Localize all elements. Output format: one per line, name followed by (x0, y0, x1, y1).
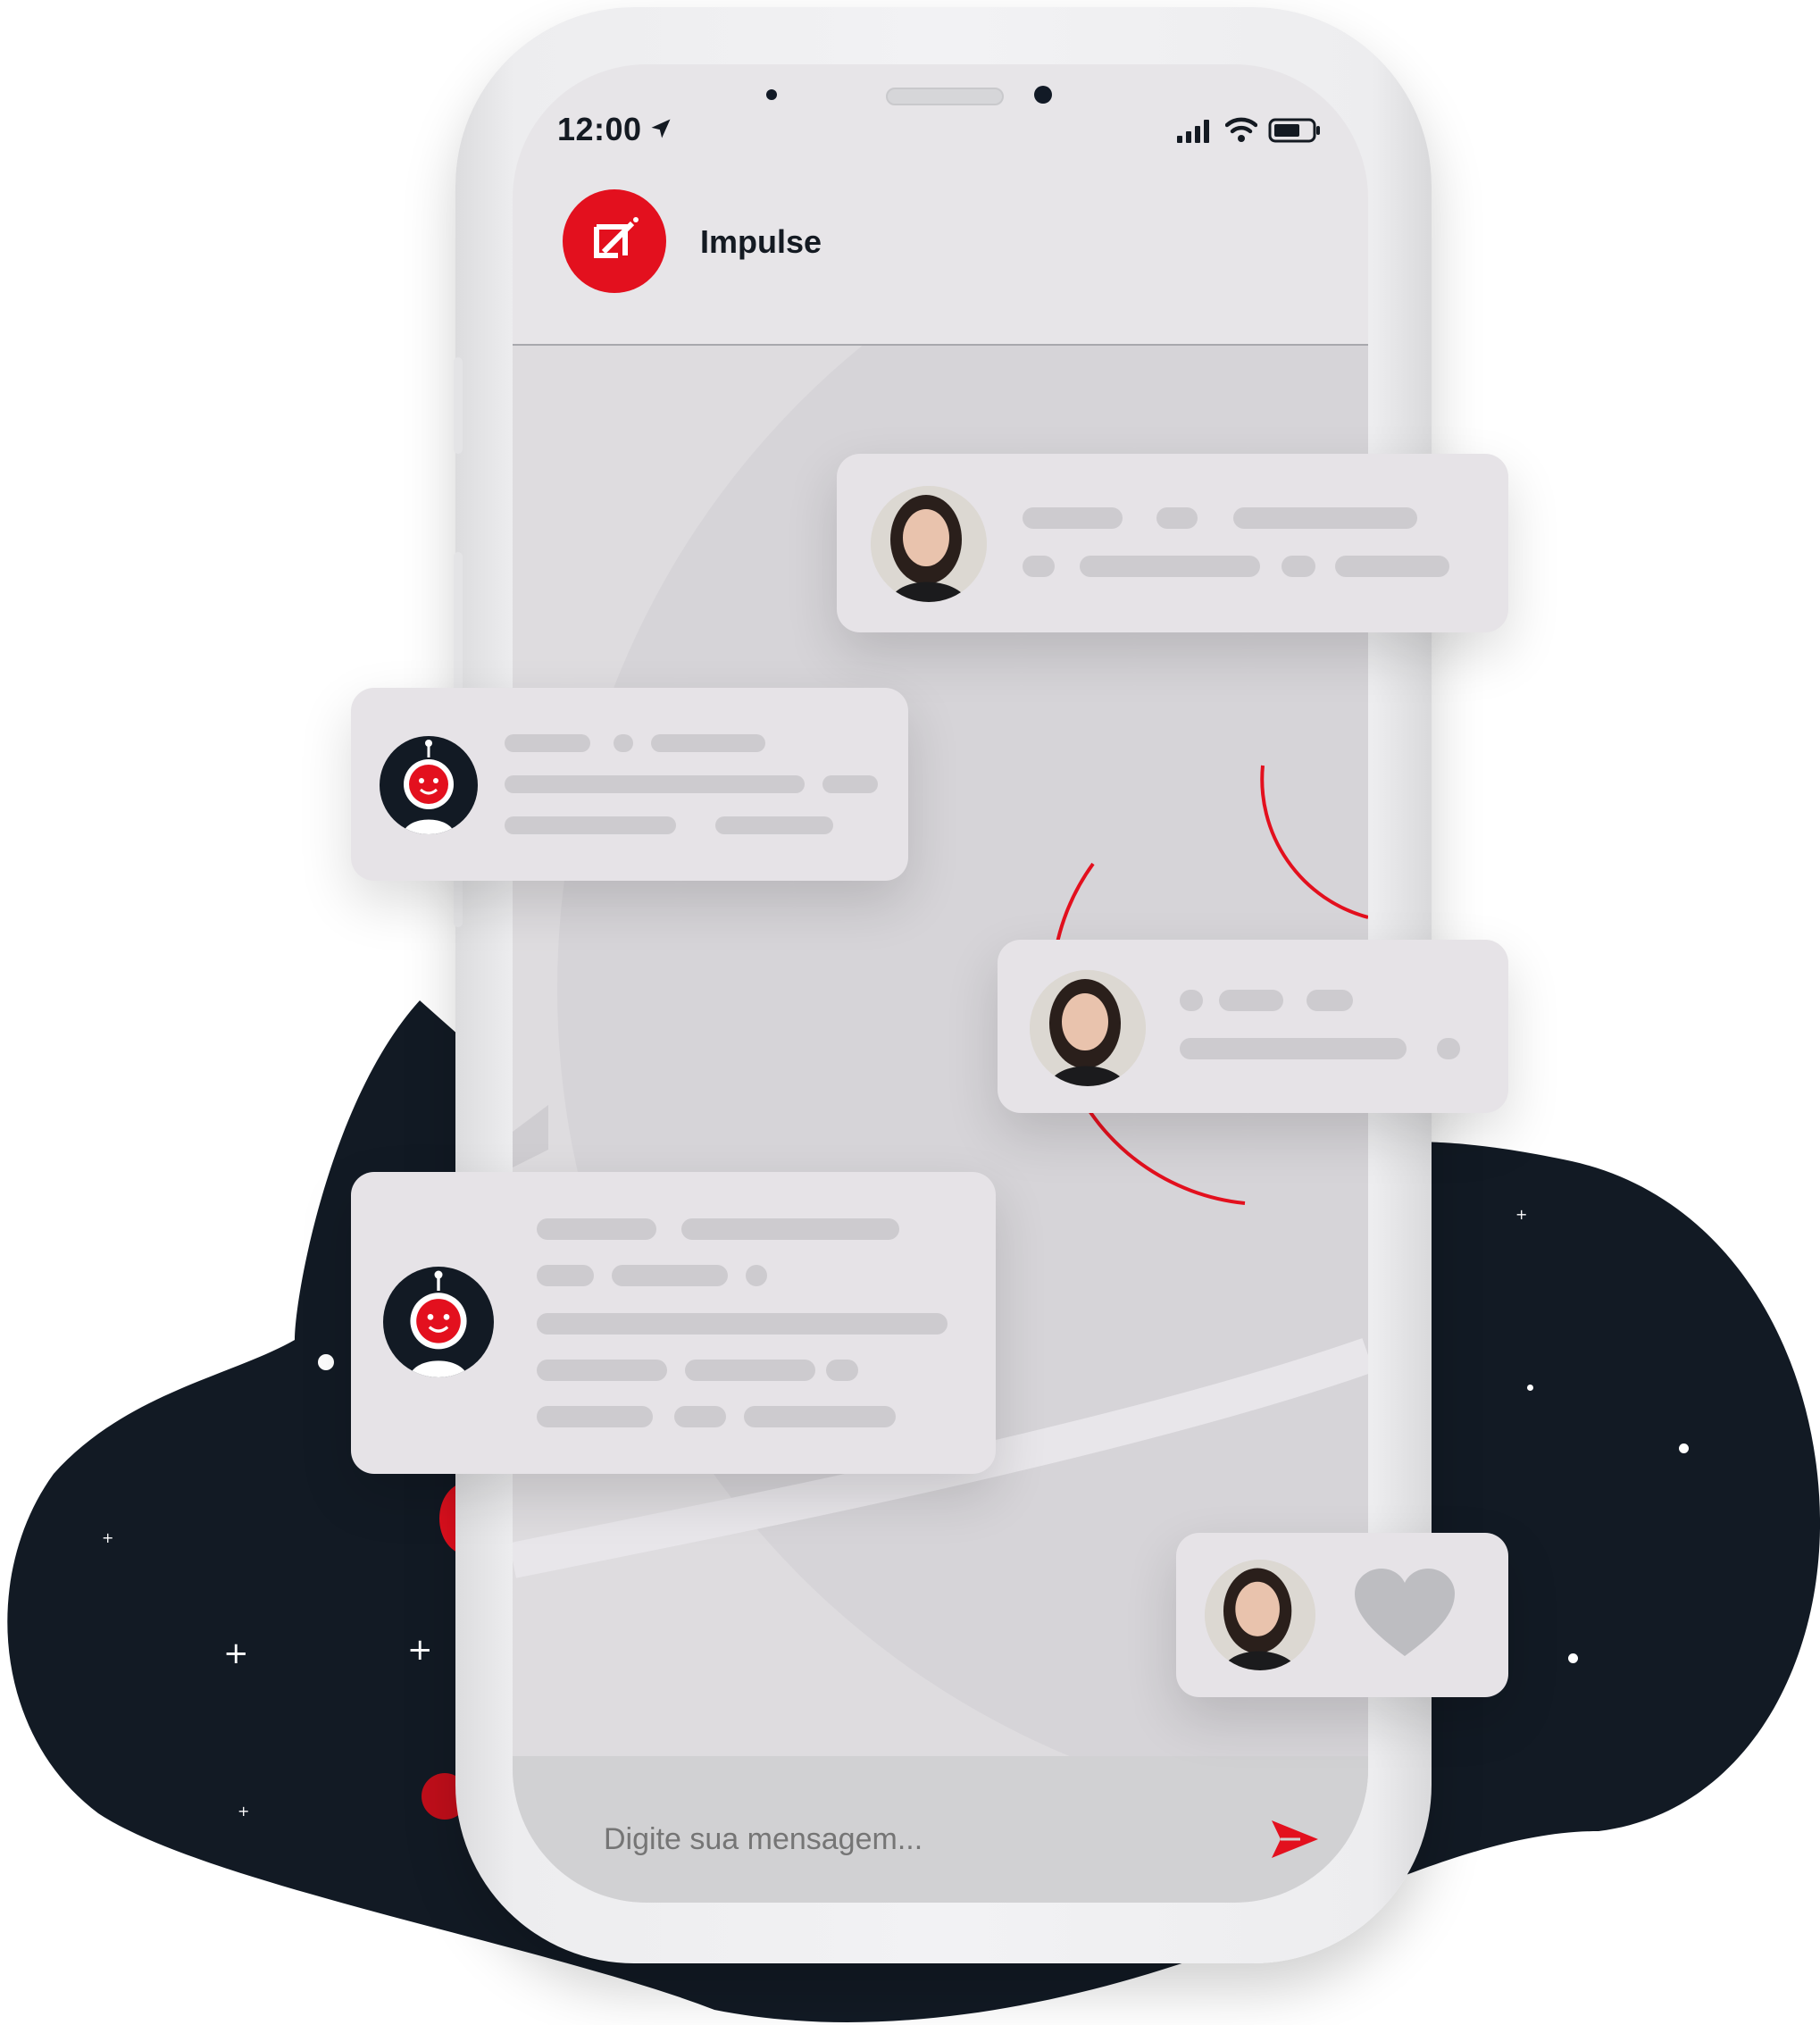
placeholder-line (1307, 990, 1353, 1011)
placeholder-line (681, 1218, 899, 1240)
placeholder-line (1282, 556, 1315, 577)
placeholder-line (537, 1218, 656, 1240)
placeholder-line (1156, 507, 1198, 529)
placeholder-line (1219, 990, 1283, 1011)
placeholder-line (1437, 1038, 1460, 1059)
placeholder-line (826, 1360, 858, 1381)
message-bubble-bot[interactable] (351, 688, 908, 881)
robot-avatar-icon (409, 1270, 468, 1377)
placeholder-line (505, 775, 805, 793)
user-avatar (1030, 970, 1146, 1086)
placeholder-line (505, 816, 676, 834)
placeholder-line (822, 775, 878, 793)
chat-title: Impulse (700, 223, 822, 260)
user-avatar (1205, 1560, 1315, 1670)
star-dot (1527, 1385, 1533, 1391)
message-bubble-user[interactable] (998, 940, 1508, 1113)
star-dot (1568, 1653, 1578, 1663)
placeholder-line (1335, 556, 1449, 577)
star-dot (1679, 1443, 1689, 1453)
side-button (454, 357, 463, 454)
placeholder-line (1233, 507, 1417, 529)
star-plus: + (1515, 1206, 1528, 1223)
placeholder-line (651, 734, 765, 752)
placeholder-line (674, 1406, 726, 1427)
placeholder-line (1180, 990, 1203, 1011)
heart-icon[interactable] (1353, 1567, 1457, 1660)
user-photo-icon (1205, 1560, 1315, 1670)
front-camera (1034, 86, 1052, 104)
placeholder-line (715, 816, 833, 834)
placeholder-line (1023, 556, 1055, 577)
status-time: 12:00 (557, 111, 642, 147)
battery-icon (1268, 118, 1320, 143)
placeholder-line (744, 1406, 896, 1427)
cellular-signal-icon (1177, 120, 1209, 143)
app-logo (563, 189, 666, 293)
placeholder-line (1080, 556, 1260, 577)
placeholder-line (746, 1265, 767, 1286)
message-bubble-user[interactable] (837, 454, 1508, 632)
user-avatar (871, 486, 987, 602)
message-input[interactable] (602, 1803, 1231, 1876)
placeholder-line (1023, 507, 1123, 529)
placeholder-line (537, 1406, 653, 1427)
robot-avatar-icon (403, 740, 455, 834)
star-plus: + (407, 1632, 433, 1668)
rocket-logo-icon (594, 217, 639, 258)
placeholder-line (614, 734, 633, 752)
user-photo-icon (871, 486, 987, 602)
message-bubble-user-reaction[interactable] (1176, 1533, 1508, 1697)
bot-avatar (380, 736, 478, 834)
placeholder-line (537, 1265, 594, 1286)
placeholder-line (685, 1360, 815, 1381)
placeholder-line (537, 1313, 948, 1335)
location-arrow-icon (651, 119, 671, 138)
placeholder-line (612, 1265, 728, 1286)
star-dot (318, 1354, 334, 1370)
notch-speaker (886, 88, 1004, 105)
placeholder-line (537, 1360, 667, 1381)
star-plus: + (102, 1529, 114, 1546)
bot-avatar (383, 1267, 494, 1377)
wifi-icon (1225, 117, 1257, 142)
message-bubble-bot[interactable] (351, 1172, 996, 1474)
placeholder-line (1180, 1038, 1407, 1059)
user-photo-icon (1030, 970, 1146, 1086)
notch-sensor (766, 89, 777, 100)
star-plus: + (238, 1803, 250, 1820)
message-composer (513, 1756, 1368, 1903)
send-icon[interactable] (1270, 1819, 1320, 1860)
star-plus: + (223, 1636, 249, 1671)
placeholder-line (505, 734, 590, 752)
